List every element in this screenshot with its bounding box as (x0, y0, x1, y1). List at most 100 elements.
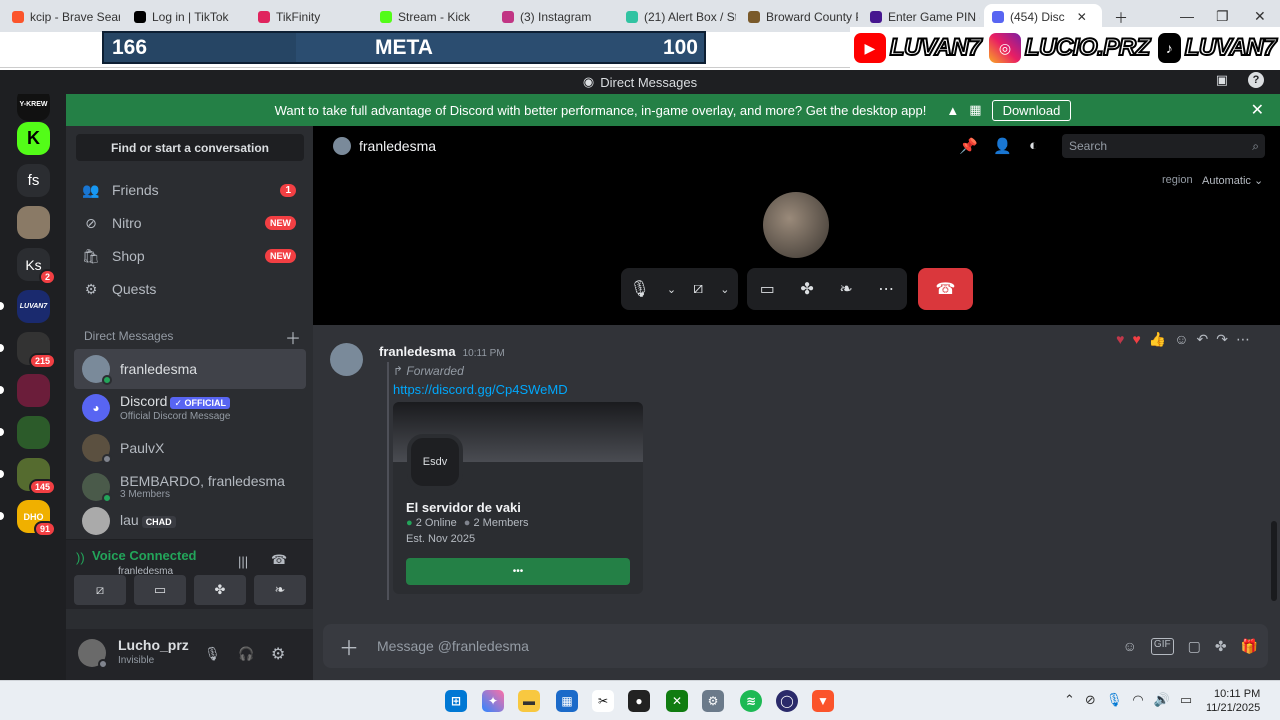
add-friends-icon[interactable]: 👤 (993, 137, 1012, 155)
server-icon[interactable]: 215 (17, 332, 56, 369)
chevron-up-icon[interactable]: ⌃ (1064, 692, 1075, 708)
sticker-icon[interactable]: ▢ (1188, 638, 1201, 655)
browser-tab[interactable]: kcip - Brave Search (4, 4, 120, 30)
server-icon[interactable] (17, 374, 50, 407)
camera-off-button[interactable]: ⧄ (74, 575, 126, 605)
tab-close-icon[interactable]: ✕ (1077, 10, 1087, 24)
server-icon[interactable]: Ks 2 (17, 248, 56, 285)
apps-icon[interactable]: ✤ (1215, 638, 1227, 655)
soundboard-icon[interactable]: ❧ (839, 279, 852, 299)
profile-icon[interactable]: ◐ (1029, 137, 1038, 154)
server-icon[interactable] (17, 416, 50, 449)
maximize-icon[interactable]: ❐ (1216, 8, 1229, 25)
store-icon[interactable]: ▦ (556, 690, 578, 712)
server-icon[interactable]: DHO 91 (17, 500, 56, 537)
minimize-icon[interactable]: — (1180, 8, 1194, 24)
inbox-icon[interactable]: ▣ (1216, 72, 1228, 88)
dm-item[interactable]: franledesma (74, 349, 306, 389)
browser-tab[interactable]: Log in | TikTok (126, 4, 244, 30)
app-icon[interactable]: ◯ (776, 690, 798, 712)
settings-icon[interactable]: ⚙ (702, 690, 724, 712)
heart-reaction-icon[interactable]: ♥ (1116, 331, 1124, 348)
disconnect-icon[interactable]: ☎ (271, 552, 287, 568)
sidebar-item-friends[interactable]: 👥 Friends 1 (74, 174, 306, 206)
browser-tab[interactable]: Stream - Kick (372, 4, 490, 30)
join-server-button[interactable]: ••• (406, 558, 630, 585)
capcut-icon[interactable]: ✂ (592, 690, 614, 712)
clock[interactable]: 10:11 PM 11/21/2025 (1206, 687, 1260, 715)
pin-icon[interactable]: 📌 (959, 137, 978, 155)
reply-icon[interactable]: ↶ (1197, 331, 1209, 348)
dm-item[interactable]: lau CHAD (74, 506, 306, 536)
server-icon[interactable] (17, 206, 50, 239)
download-button[interactable]: Download (991, 99, 1072, 121)
sidebar-item-quests[interactable]: ⚙ Quests (74, 273, 306, 305)
invite-link[interactable]: https://discord.gg/Cp4SWeMD (393, 382, 568, 397)
chevron-down-icon[interactable]: ⌄ (720, 283, 729, 296)
microphone-icon[interactable]: 🎙 (204, 646, 221, 662)
network-status-icon[interactable]: ⊘ (1085, 692, 1096, 708)
message-author[interactable]: franledesma (379, 344, 456, 359)
xbox-icon[interactable]: ✕ (666, 690, 688, 712)
gif-icon[interactable]: GIF (1150, 637, 1174, 655)
avatar[interactable] (78, 639, 108, 669)
wifi-icon[interactable]: ◠ (1132, 692, 1143, 708)
more-icon[interactable]: ⋯ (1236, 331, 1250, 348)
server-icon[interactable]: LUVAN7 (17, 290, 50, 323)
obs-icon[interactable]: ● (628, 690, 650, 712)
camera-off-icon[interactable]: ⧄ (693, 280, 703, 298)
dm-item[interactable]: PaulvX (74, 428, 306, 468)
search-input[interactable]: Search ⌕ (1062, 134, 1265, 158)
server-icon[interactable]: 145 (17, 458, 56, 495)
find-conversation-button[interactable]: Find or start a conversation (76, 134, 304, 161)
settings-gear-icon[interactable]: ⚙ (271, 644, 285, 664)
dm-item[interactable]: BEMBARDO, franledesma 3 Members (74, 467, 306, 507)
server-icon[interactable]: Y-KREW (17, 94, 50, 121)
add-attachment-icon[interactable]: ＋ (339, 632, 359, 661)
mic-tray-icon[interactable]: 🎙 (1106, 692, 1123, 708)
soundboard-button[interactable]: ❧ (254, 575, 306, 605)
server-icon[interactable]: K (17, 122, 50, 155)
banner-close-icon[interactable]: ✕ (1251, 100, 1264, 120)
sidebar-item-shop[interactable]: 🛍 Shop NEW (74, 240, 306, 272)
screen-share-icon[interactable]: ▭ (760, 279, 775, 299)
browser-tab[interactable]: (3) Instagram (494, 4, 612, 30)
thumbs-up-icon[interactable]: 👍 (1149, 331, 1166, 348)
help-icon[interactable]: ? (1248, 72, 1264, 88)
dm-item[interactable]: ◕ Discord ✓ OFFICIAL Official Discord Mess… (74, 388, 306, 428)
forward-icon[interactable]: ↷ (1216, 331, 1228, 348)
gift-icon[interactable]: 🎁 (1241, 638, 1258, 655)
spotify-icon[interactable]: ≋ (740, 690, 762, 712)
battery-icon[interactable]: ▭ (1180, 692, 1192, 708)
soundboard-icon[interactable]: ||| (238, 554, 248, 569)
window-close-icon[interactable]: ✕ (1254, 8, 1266, 25)
brave-icon[interactable]: ▼ (812, 690, 834, 712)
chevron-down-icon[interactable]: ⌄ (667, 283, 676, 296)
more-icon[interactable]: ⋯ (878, 279, 894, 299)
windows-start-icon[interactable]: ⊞ (445, 690, 467, 712)
volume-icon[interactable]: 🔊 (1154, 692, 1170, 708)
browser-tab[interactable]: (21) Alert Box / Str (618, 4, 736, 30)
headphones-icon[interactable]: 🎧 (238, 646, 254, 662)
screen-share-button[interactable]: ▭ (134, 575, 186, 605)
avatar[interactable] (330, 343, 363, 376)
end-call-button[interactable]: ☎ (918, 268, 973, 310)
microphone-icon[interactable]: 🎙 (630, 279, 650, 299)
scrollbar[interactable] (1271, 521, 1277, 601)
region-select[interactable]: Automatic ⌄ (1202, 174, 1263, 187)
activities-button[interactable]: ✤ (194, 575, 246, 605)
sidebar-item-nitro[interactable]: ⊘ Nitro NEW (74, 207, 306, 239)
emoji-icon[interactable]: ☺ (1123, 638, 1137, 655)
activities-icon[interactable]: ✤ (800, 279, 813, 299)
file-explorer-icon[interactable]: ▬ (518, 690, 540, 712)
create-dm-icon[interactable]: ＋ (285, 325, 301, 349)
server-icon[interactable]: fs (17, 164, 50, 197)
browser-tab[interactable]: TikFinity (250, 4, 368, 30)
copilot-icon[interactable]: ✦ (482, 690, 504, 712)
message-input[interactable]: Message @franledesma (377, 638, 529, 654)
heart-reaction-icon[interactable]: ♥ (1132, 331, 1140, 348)
new-badge: NEW (265, 216, 296, 230)
new-tab-icon[interactable]: ＋ (1114, 8, 1128, 28)
browser-tab[interactable]: Broward County P (740, 4, 858, 30)
add-reaction-icon[interactable]: ☺ (1174, 331, 1188, 348)
